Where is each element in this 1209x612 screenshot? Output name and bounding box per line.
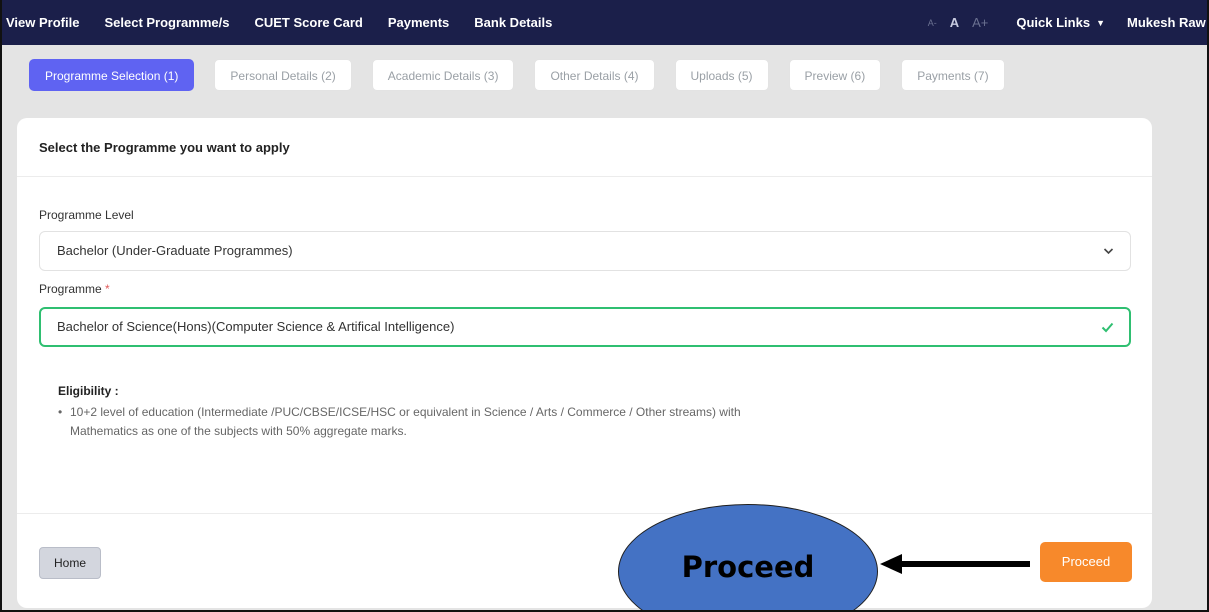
programme-label: Programme *: [39, 282, 110, 296]
programme-level-select[interactable]: Bachelor (Under-Graduate Programmes): [39, 231, 1131, 271]
font-increase-button[interactable]: A+: [972, 15, 988, 30]
programme-label-text: Programme: [39, 282, 102, 296]
eligibility-line-1: 10+2 level of education (Intermediate /P…: [70, 405, 741, 419]
caret-down-icon: ▼: [1096, 18, 1105, 28]
arrow-left-icon: [880, 554, 1030, 574]
programme-level-label: Programme Level: [39, 208, 134, 222]
eligibility-section: Eligibility : • 10+2 level of education …: [58, 384, 938, 441]
font-normal-button[interactable]: A: [950, 15, 959, 30]
step-personal-details[interactable]: Personal Details (2): [214, 59, 352, 91]
eligibility-title: Eligibility :: [58, 384, 119, 398]
nav-payments[interactable]: Payments: [388, 15, 449, 30]
step-payments[interactable]: Payments (7): [901, 59, 1005, 91]
user-menu[interactable]: Mukesh Raw: [1127, 15, 1209, 30]
nav-select-programmes[interactable]: Select Programme/s: [104, 15, 229, 30]
programme-value: Bachelor of Science(Hons)(Computer Scien…: [57, 319, 455, 334]
programme-select[interactable]: Bachelor of Science(Hons)(Computer Scien…: [39, 307, 1131, 347]
top-navbar: View Profile Select Programme/s CUET Sco…: [0, 0, 1209, 45]
step-tabs: Programme Selection (1) Personal Details…: [29, 59, 1005, 91]
callout-text: Proceed: [681, 549, 815, 584]
bullet: •: [58, 405, 63, 419]
proceed-button[interactable]: Proceed: [1040, 542, 1132, 582]
programme-level-value: Bachelor (Under-Graduate Programmes): [57, 243, 293, 258]
nav-bank-details[interactable]: Bank Details: [474, 15, 552, 30]
step-other-details[interactable]: Other Details (4): [534, 59, 655, 91]
nav-right: A- A A+ Quick Links ▼ Mukesh Raw: [928, 0, 1209, 45]
chevron-down-icon: [1103, 232, 1114, 286]
nav-links: View Profile Select Programme/s CUET Sco…: [0, 15, 577, 30]
nav-cuet-score-card[interactable]: CUET Score Card: [254, 15, 362, 30]
step-academic-details[interactable]: Academic Details (3): [371, 59, 515, 91]
eligibility-item: • 10+2 level of education (Intermediate …: [58, 403, 938, 441]
font-decrease-button[interactable]: A-: [928, 18, 937, 28]
programme-card: Select the Programme you want to apply P…: [17, 118, 1152, 608]
step-preview[interactable]: Preview (6): [788, 59, 882, 91]
nav-view-profile[interactable]: View Profile: [6, 15, 79, 30]
quick-links-label: Quick Links: [1016, 15, 1091, 30]
eligibility-line-2: Mathematics as one of the subjects with …: [70, 424, 407, 438]
check-icon: [1101, 309, 1114, 359]
card-title: Select the Programme you want to apply: [17, 118, 1152, 177]
step-uploads[interactable]: Uploads (5): [674, 59, 769, 91]
quick-links-dropdown[interactable]: Quick Links ▼: [1016, 15, 1105, 30]
step-programme-selection[interactable]: Programme Selection (1): [29, 59, 195, 91]
required-mark: *: [105, 282, 110, 296]
home-button[interactable]: Home: [39, 547, 101, 579]
